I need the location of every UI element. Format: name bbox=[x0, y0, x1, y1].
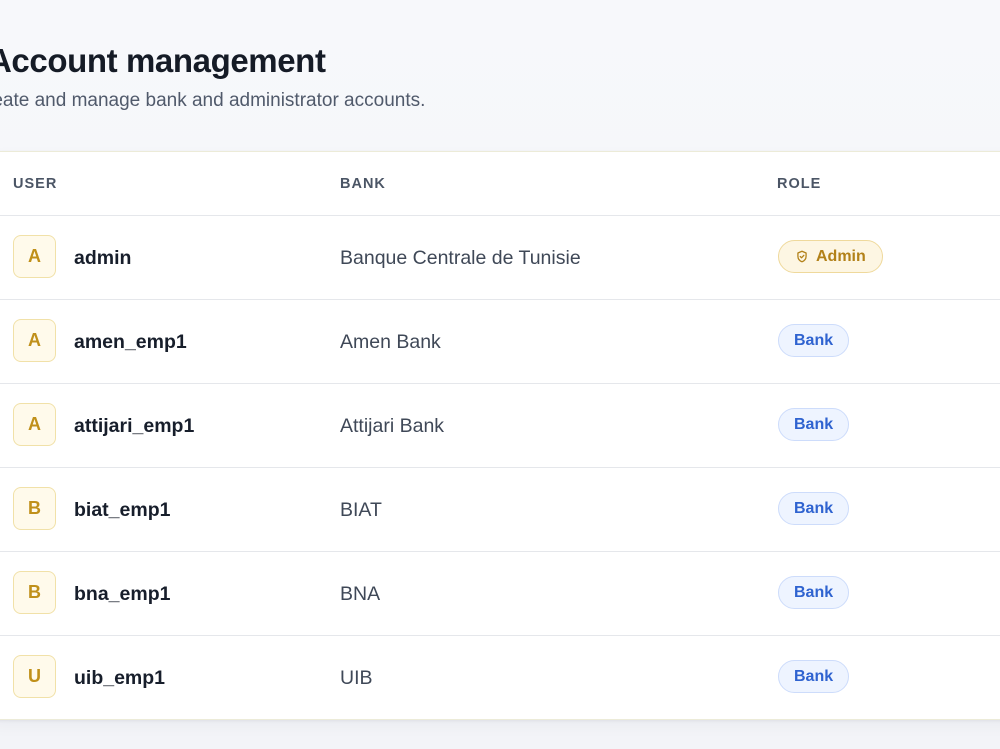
table-row[interactable]: A attijari_emp1 Attijari Bank Bank bbox=[0, 384, 1000, 468]
username: biat_emp1 bbox=[74, 499, 171, 521]
table-row[interactable]: A admin Banque Centrale de Tunisie Admin bbox=[0, 216, 1000, 300]
avatar: A bbox=[13, 403, 56, 446]
avatar: B bbox=[13, 487, 56, 530]
username: amen_emp1 bbox=[74, 331, 187, 353]
bank-name: BIAT bbox=[340, 499, 382, 521]
role-badge-bank: Bank bbox=[778, 492, 850, 525]
table-row[interactable]: B bna_emp1 BNA Bank bbox=[0, 552, 1000, 636]
page-subtitle: reate and manage bank and administrator … bbox=[0, 90, 426, 111]
column-header-role: ROLE bbox=[777, 176, 822, 192]
role-badge-bank: Bank bbox=[778, 324, 850, 357]
table-header: USER BANK ROLE bbox=[0, 152, 1000, 216]
bank-name: BNA bbox=[340, 583, 381, 605]
bank-name: Banque Centrale de Tunisie bbox=[340, 247, 581, 269]
page-title: Account management bbox=[0, 42, 326, 79]
shield-check-icon bbox=[797, 250, 807, 263]
table-row[interactable]: U uib_emp1 UIB Bank bbox=[0, 636, 1000, 719]
bank-name: Amen Bank bbox=[340, 331, 441, 353]
username: uib_emp1 bbox=[74, 667, 166, 689]
role-badge-bank: Bank bbox=[778, 408, 850, 441]
role-badge-admin: Admin bbox=[778, 240, 883, 273]
avatar: U bbox=[13, 655, 56, 698]
avatar: A bbox=[13, 235, 56, 278]
avatar: B bbox=[13, 571, 56, 614]
table-row[interactable]: A amen_emp1 Amen Bank Bank bbox=[0, 300, 1000, 384]
accounts-table: USER BANK ROLE A admin Banque Centrale d… bbox=[0, 151, 1000, 720]
table-row[interactable]: B biat_emp1 BIAT Bank bbox=[0, 468, 1000, 552]
avatar: A bbox=[13, 319, 56, 362]
role-badge-bank: Bank bbox=[778, 660, 850, 693]
role-label: Admin bbox=[816, 247, 866, 265]
bank-name: Attijari Bank bbox=[340, 415, 445, 437]
bank-name: UIB bbox=[340, 667, 373, 689]
username: bna_emp1 bbox=[74, 583, 171, 605]
role-badge-bank: Bank bbox=[778, 576, 850, 609]
column-header-user: USER bbox=[13, 176, 58, 192]
username: admin bbox=[74, 247, 132, 269]
username: attijari_emp1 bbox=[74, 415, 195, 437]
column-header-bank: BANK bbox=[340, 176, 386, 192]
